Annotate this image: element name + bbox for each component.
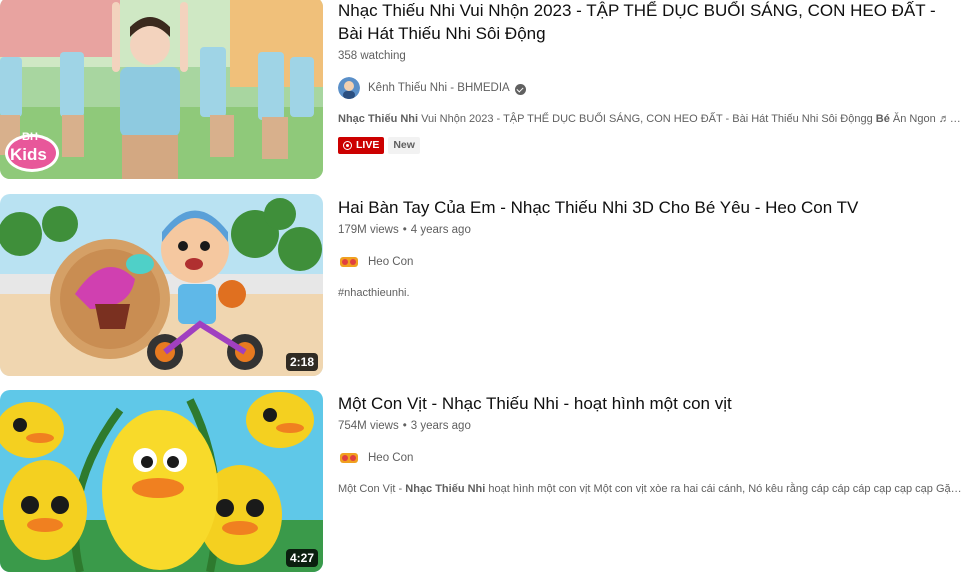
video-title[interactable]: Một Con Vịt - Nhạc Thiếu Nhi - hoạt hình…	[338, 392, 963, 415]
video-description: Một Con Vịt - Nhạc Thiếu Nhi hoạt hình m…	[338, 481, 963, 497]
video-metadata: 179M views • 4 years ago	[338, 222, 963, 238]
description-highlight: Nhạc Thiếu Nhi	[405, 483, 486, 495]
video-description: #nhacthieunhi.	[338, 287, 410, 299]
video-metadata: 754M views • 3 years ago	[338, 418, 963, 434]
video-duration: 2:18	[285, 353, 318, 371]
upload-age: 4 years ago	[410, 224, 471, 236]
video-result[interactable]: BH Kids Nhạc Thiếu Nhi Vui Nhộn 2023 - T…	[0, 0, 965, 179]
watching-count: 358 watching	[338, 50, 406, 62]
description-text: Ăn Ngon ♬ Nhạc ...	[892, 113, 963, 125]
logo-text-top: BH	[22, 131, 38, 143]
channel-avatar[interactable]	[338, 251, 360, 273]
upload-age: 3 years ago	[410, 420, 471, 432]
video-result[interactable]: 2:18 Hai Bàn Tay Của Em - Nhạc Thiếu Nhi…	[0, 194, 965, 376]
live-label: LIVE	[356, 139, 380, 151]
bhkids-logo: BH Kids	[4, 127, 60, 173]
video-thumbnail[interactable]: 2:18	[0, 194, 323, 376]
video-description: Nhạc Thiếu Nhi Vui Nhộn 2023 - TẬP THỂ D…	[338, 111, 963, 127]
video-result[interactable]: 4:27 Một Con Vịt - Nhạc Thiếu Nhi - hoạt…	[0, 390, 965, 572]
meta-separator: •	[402, 420, 407, 432]
video-title[interactable]: Hai Bàn Tay Của Em - Nhạc Thiếu Nhi 3D C…	[338, 196, 963, 219]
channel-name[interactable]: Kênh Thiếu Nhi - BHMEDIA	[368, 82, 510, 94]
video-duration: 4:27	[285, 549, 318, 567]
video-thumbnail[interactable]: BH Kids	[0, 0, 323, 179]
video-title[interactable]: Nhạc Thiếu Nhi Vui Nhộn 2023 - TẬP THỂ D…	[338, 0, 963, 45]
view-count: 179M views	[338, 224, 399, 236]
channel-row[interactable]: Heo Con	[338, 446, 963, 470]
channel-row[interactable]: Kênh Thiếu Nhi - BHMEDIA	[338, 76, 963, 100]
description-text: Một Con Vịt -	[338, 483, 406, 495]
meta-separator: •	[402, 224, 407, 236]
description-highlight: Nhạc Thiếu Nhi	[338, 113, 419, 125]
channel-row[interactable]: Heo Con	[338, 250, 963, 274]
new-badge: New	[388, 137, 420, 154]
verified-check-icon	[514, 83, 526, 95]
channel-avatar[interactable]	[338, 77, 360, 99]
channel-name[interactable]: Heo Con	[368, 452, 413, 464]
live-badge: LIVE	[338, 137, 385, 154]
view-count: 754M views	[338, 420, 399, 432]
video-thumbnail[interactable]: 4:27	[0, 390, 323, 572]
description-highlight: Bé	[875, 113, 890, 125]
logo-text-bottom: Kids	[10, 145, 47, 164]
channel-avatar[interactable]	[338, 447, 360, 469]
description-text: Vui Nhộn 2023 - TẬP THỂ DỤC BUỔI SÁNG, C…	[418, 113, 876, 125]
description-text: hoạt hình một con vịt Một con vịt xòe ra…	[485, 483, 963, 495]
live-broadcast-icon	[343, 141, 352, 150]
channel-name[interactable]: Heo Con	[368, 256, 413, 268]
